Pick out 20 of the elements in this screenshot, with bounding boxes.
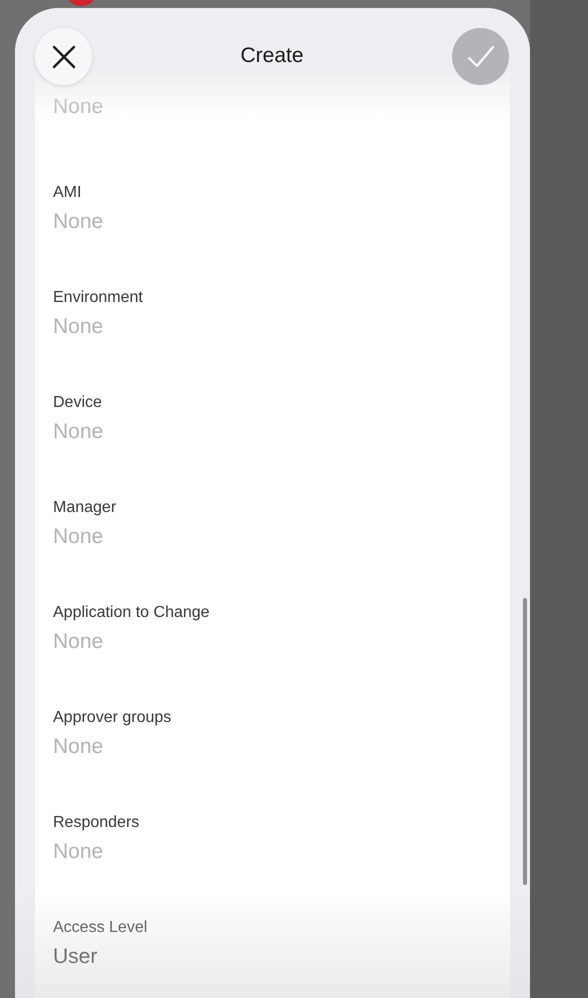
checkmark-icon — [466, 44, 494, 68]
field-label: Device — [53, 394, 103, 412]
field-value[interactable]: None — [53, 210, 492, 234]
field-label: Responders — [53, 814, 140, 832]
field-label: Approver groups — [53, 709, 172, 727]
field-value[interactable]: User — [53, 945, 492, 969]
field-value[interactable]: None — [53, 315, 492, 339]
field-value[interactable]: None — [53, 525, 492, 549]
sheet-title: Create — [240, 44, 304, 68]
field-label: Application to Change — [53, 604, 211, 622]
field-value[interactable]: None — [53, 630, 492, 654]
field-value[interactable]: None — [53, 840, 492, 864]
field-value[interactable]: None — [53, 420, 492, 444]
close-icon — [52, 44, 76, 68]
field-value[interactable]: None — [53, 735, 492, 759]
field-value[interactable]: None — [53, 95, 492, 119]
field-label: AMI — [53, 184, 82, 202]
field-label: Access Level — [53, 919, 148, 937]
field-label: Manager — [53, 499, 118, 517]
field-label: Environment — [53, 289, 144, 307]
